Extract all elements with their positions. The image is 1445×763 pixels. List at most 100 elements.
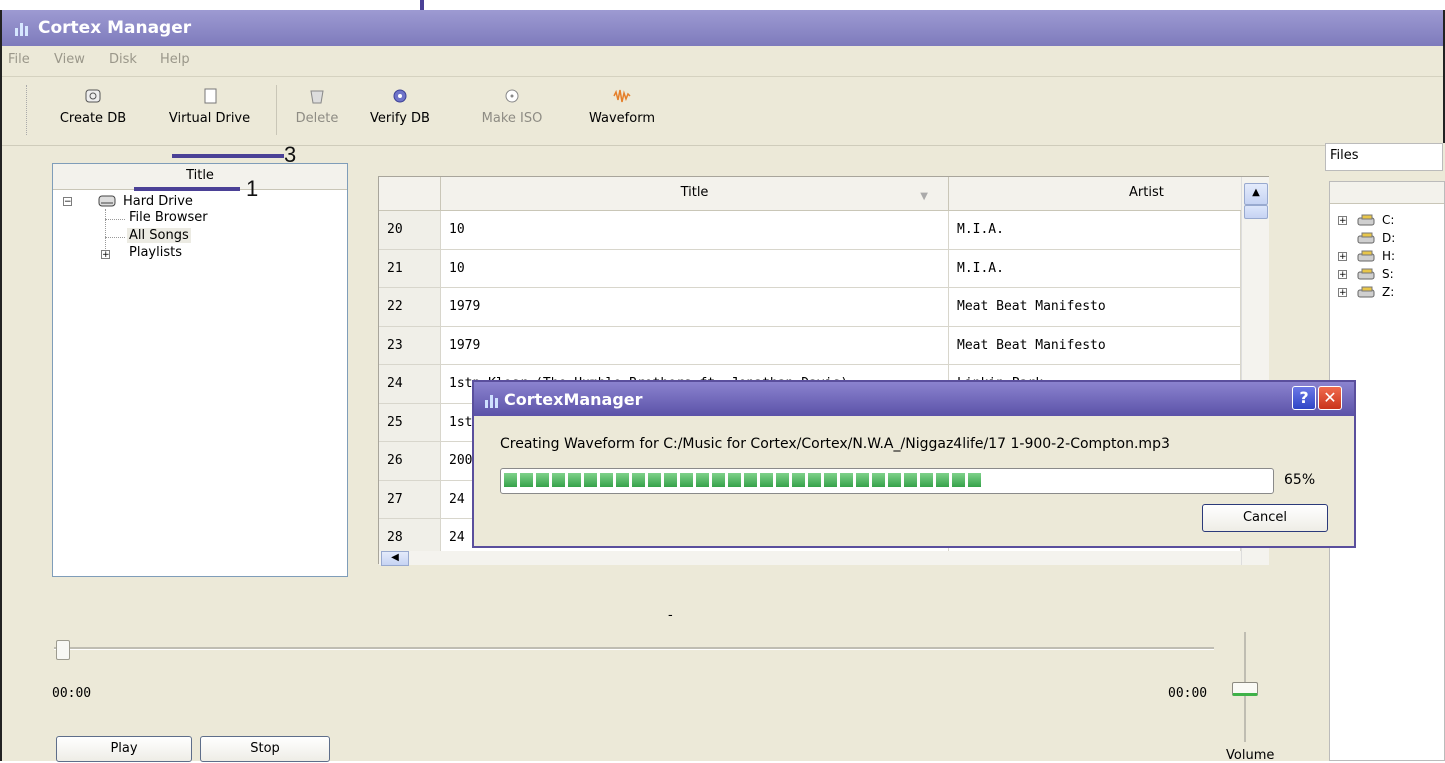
row-number: 27 [379, 480, 441, 519]
scroll-left-button[interactable]: ◀ [381, 551, 409, 566]
table-row[interactable]: 22 1979 Meat Beat Manifesto [379, 288, 1241, 327]
virtual-drive-label: Virtual Drive [168, 111, 251, 126]
drive-item[interactable]: + C: [1330, 212, 1440, 230]
menu-help[interactable]: Help [160, 52, 190, 67]
progress-segment [872, 473, 885, 487]
drive-icon [1357, 286, 1375, 298]
menu-view[interactable]: View [54, 52, 85, 67]
app-logo-icon [485, 395, 498, 408]
expand-icon[interactable]: + [1338, 252, 1347, 262]
seek-slider[interactable] [54, 640, 1214, 660]
stop-button[interactable]: Stop [200, 736, 330, 762]
progress-segment [760, 473, 773, 487]
play-button[interactable]: Play [56, 736, 192, 762]
close-button[interactable]: ✕ [1318, 386, 1342, 410]
toolbar-grip [26, 85, 29, 135]
tree-item-playlists[interactable]: Playlists [129, 245, 182, 260]
cancel-button-label: Cancel [1242, 510, 1288, 525]
table-header-corner [379, 177, 441, 211]
make-iso-label: Make ISO [481, 111, 543, 126]
table-row[interactable]: 20 10 M.I.A. [379, 211, 1241, 250]
menu-disk[interactable]: Disk [109, 52, 137, 67]
help-button[interactable]: ? [1292, 386, 1316, 410]
row-number: 25 [379, 403, 441, 442]
progress-segment [824, 473, 837, 487]
progress-segment [968, 473, 981, 487]
drive-item[interactable]: + H: [1330, 248, 1440, 266]
drive-label: H: [1382, 249, 1396, 263]
waveform-button[interactable]: Waveform [572, 83, 672, 139]
tree-header-label: Title [186, 168, 214, 183]
progress-bar [500, 468, 1274, 494]
app-logo-icon [15, 23, 28, 36]
progress-segment [696, 473, 709, 487]
progress-segment [520, 473, 533, 487]
window-title: Cortex Manager [38, 18, 192, 38]
files-header: Files [1325, 143, 1443, 171]
expand-icon[interactable]: + [1338, 270, 1347, 280]
column-header-title[interactable]: Title ▼ [441, 177, 949, 211]
scroll-thumb[interactable] [1244, 205, 1268, 219]
create-db-button[interactable]: Create DB [44, 83, 142, 139]
seek-handle[interactable] [56, 640, 70, 660]
horizontal-scrollbar[interactable]: ◀ [379, 551, 1241, 566]
tree-item-hard-drive[interactable]: Hard Drive [123, 194, 193, 209]
expand-icon[interactable]: + [101, 250, 110, 260]
progress-segment [664, 473, 677, 487]
virtual-drive-button[interactable]: Virtual Drive [152, 83, 267, 139]
waveform-label: Waveform [589, 111, 655, 126]
drive-icon [1357, 250, 1375, 262]
progress-dialog: CortexManager ? ✕ Creating Waveform for … [472, 380, 1356, 548]
cell-title: 10 [441, 249, 949, 288]
progress-segment [712, 473, 725, 487]
trash-icon [310, 90, 324, 104]
drive-item[interactable]: D: [1330, 230, 1440, 248]
collapse-icon[interactable]: − [63, 197, 72, 207]
progress-segment [648, 473, 661, 487]
progress-segment [552, 473, 565, 487]
drive-label: C: [1382, 213, 1395, 227]
column-header-artist[interactable]: Artist [949, 177, 1241, 211]
menu-bar: File View Disk Help [2, 46, 1443, 77]
expand-icon[interactable]: + [1338, 216, 1347, 226]
progress-segment [856, 473, 869, 487]
tree-item-file-browser[interactable]: File Browser [129, 210, 208, 225]
progress-segment [904, 473, 917, 487]
volume-handle[interactable] [1232, 682, 1258, 696]
table-row[interactable]: 21 10 M.I.A. [379, 249, 1241, 288]
progress-segment [920, 473, 933, 487]
progress-segment [792, 473, 805, 487]
annotation-number-3: 3 [284, 142, 297, 167]
volume-slider[interactable] [1230, 632, 1260, 742]
verify-db-button[interactable]: Verify DB [354, 83, 446, 139]
progress-segment [536, 473, 549, 487]
waveform-icon [613, 89, 631, 103]
drive-icon [1357, 232, 1375, 244]
title-bar: Cortex Manager [2, 10, 1443, 46]
drive-icon [204, 88, 216, 104]
chevron-left-icon: ◀ [391, 552, 399, 563]
tree-line [105, 219, 125, 221]
drive-item[interactable]: + S: [1330, 266, 1440, 284]
drive-icon [1357, 268, 1375, 280]
verify-icon [393, 89, 407, 103]
cancel-button[interactable]: Cancel [1202, 504, 1328, 532]
cell-artist: Meat Beat Manifesto [949, 288, 1241, 327]
tree-item-all-songs[interactable]: All Songs [127, 228, 191, 243]
delete-button[interactable]: Delete [285, 83, 349, 139]
create-db-label: Create DB [59, 111, 127, 126]
table-row[interactable]: 23 1979 Meat Beat Manifesto [379, 326, 1241, 365]
progress-segment [616, 473, 629, 487]
progress-segment [952, 473, 965, 487]
row-number: 24 [379, 365, 441, 404]
toolbar: Create DB Virtual Drive Delete Verify DB… [2, 77, 1443, 146]
progress-segment [728, 473, 741, 487]
menu-file[interactable]: File [8, 52, 30, 67]
files-header-label: Files [1330, 148, 1359, 163]
progress-segment [504, 473, 517, 487]
make-iso-button[interactable]: Make ISO [452, 83, 572, 139]
drive-item[interactable]: + Z: [1330, 284, 1440, 302]
expand-icon[interactable]: + [1338, 288, 1347, 298]
scroll-up-button[interactable]: ▲ [1244, 183, 1268, 205]
delete-label: Delete [295, 111, 339, 126]
